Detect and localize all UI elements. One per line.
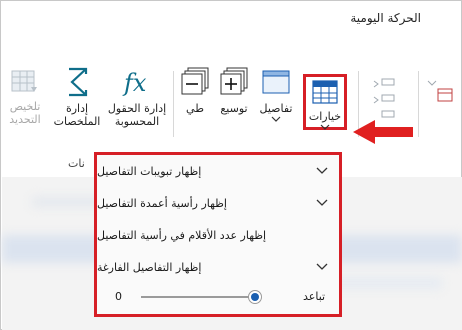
table-options-icon bbox=[312, 80, 338, 104]
menu-item-show-pen-count[interactable]: إظهار عدد الأقلام في رأسية التفاصيل bbox=[97, 219, 339, 251]
manage-summaries-label-1: إدارة bbox=[65, 102, 89, 115]
svg-text:fx: fx bbox=[122, 69, 147, 97]
table-refresh-icon bbox=[11, 70, 37, 92]
details-panel-icon bbox=[262, 70, 290, 94]
details-label: تفاصيل bbox=[259, 102, 293, 115]
calculated-fields-label-2: المحسوبة bbox=[114, 115, 160, 128]
collapse-button[interactable]: طي bbox=[178, 65, 212, 115]
ribbon-group-label: نات bbox=[68, 157, 85, 170]
options-label: خيارات bbox=[308, 110, 342, 123]
menu-item-show-detail-column-headers[interactable]: إظهار رأسية أعمدة التفاصيل bbox=[97, 187, 339, 219]
details-button[interactable]: تفاصيل bbox=[256, 65, 296, 122]
spacing-label: تباعد bbox=[303, 290, 326, 303]
update-summary-label-2: التحديد bbox=[9, 113, 41, 126]
options-dropdown-menu: إظهار تبويبات التفاصيل إظهار رأسية أعمدة… bbox=[94, 152, 342, 317]
red-arrow-icon bbox=[353, 120, 413, 144]
app-window: الحركة اليومية تلخيص التحديد إدارة الملخ… bbox=[0, 0, 462, 330]
menu-item-label: إظهار تبويبات التفاصيل bbox=[97, 164, 202, 178]
collapse-label: طي bbox=[186, 102, 204, 115]
chevron-down-icon bbox=[316, 167, 328, 174]
menu-item-label: إظهار التفاصيل الفارغة bbox=[97, 260, 202, 274]
options-button[interactable]: خيارات bbox=[306, 77, 344, 130]
calculated-fields-button[interactable]: fx إدارة الحقول المحسوبة bbox=[106, 65, 168, 128]
spacing-slider-track[interactable] bbox=[141, 296, 257, 298]
collapse-minus-icon bbox=[181, 67, 209, 95]
ribbon-separator bbox=[418, 71, 419, 137]
sigma-icon bbox=[69, 67, 88, 97]
spacing-slider-row: 0 تباعد bbox=[97, 280, 339, 314]
chevron-down-icon bbox=[271, 116, 281, 122]
menu-item-show-empty-details[interactable]: إظهار التفاصيل الفارغة bbox=[97, 251, 339, 283]
expand-plus-icon bbox=[220, 67, 248, 95]
spacing-value: 0 bbox=[115, 290, 122, 303]
expand-button[interactable]: توسيع bbox=[214, 65, 254, 115]
ribbon-separator bbox=[173, 71, 174, 137]
function-fx-icon: fx bbox=[122, 69, 147, 97]
manage-summaries-button[interactable]: إدارة الملخصات bbox=[52, 65, 102, 128]
calendar-icon bbox=[427, 80, 453, 102]
chevron-down-icon bbox=[316, 263, 328, 270]
window-title: الحركة اليومية bbox=[350, 11, 421, 25]
chevron-down-icon bbox=[320, 124, 330, 130]
update-summary-button[interactable]: تلخيص التحديد bbox=[6, 65, 44, 126]
menu-item-show-detail-tabs[interactable]: إظهار تبويبات التفاصيل bbox=[97, 155, 339, 187]
spacing-slider-thumb[interactable] bbox=[248, 290, 262, 304]
calculated-fields-label-1: إدارة الحقول bbox=[107, 102, 167, 115]
chevron-down-icon bbox=[316, 199, 328, 206]
expand-label: توسيع bbox=[220, 102, 248, 115]
update-summary-label-1: تلخيص bbox=[9, 100, 41, 113]
manage-summaries-label-2: الملخصات bbox=[53, 115, 101, 128]
menu-item-label: إظهار عدد الأقلام في رأسية التفاصيل bbox=[97, 228, 267, 242]
menu-item-label: إظهار رأسية أعمدة التفاصيل bbox=[97, 196, 227, 210]
